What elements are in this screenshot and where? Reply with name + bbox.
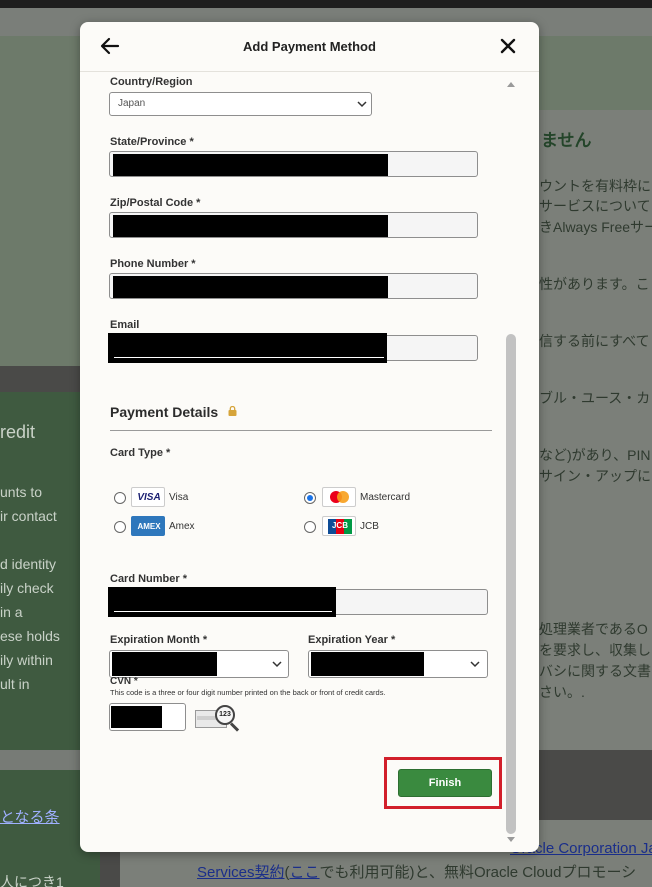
mastercard-label: Mastercard — [360, 492, 411, 503]
card-number-label: Card Number * — [110, 573, 188, 585]
bg-right-line: さい。. — [539, 684, 585, 700]
radio-jcb[interactable] — [304, 521, 316, 533]
redacted-value — [311, 652, 424, 676]
amex-logo-icon: AMEX — [131, 516, 165, 536]
bg-right-line: 処理業者であるO — [539, 621, 648, 637]
lock-icon — [228, 406, 237, 416]
redacted-underline — [114, 357, 384, 358]
bg-right-line: 信する前にすべて — [539, 333, 650, 349]
bg-here-link[interactable]: ここ — [290, 864, 320, 881]
redacted-value — [108, 333, 387, 363]
bg-left-line: ese holds — [0, 628, 60, 644]
bg-left-line: unts to — [0, 484, 43, 500]
bg-right-line: サイン・アップに — [539, 468, 651, 484]
radio-amex[interactable] — [114, 521, 126, 533]
modal-title: Add Payment Method — [243, 39, 376, 54]
bg-left-line: ult in — [0, 676, 30, 692]
bg-right-line: ブル・ユース・カ — [539, 390, 651, 406]
jcb-logo-icon: JCB — [322, 516, 356, 536]
bg-right-line: を要求し、収集し — [539, 642, 651, 658]
bg-right-line: など)があり、PIN — [539, 447, 651, 463]
redacted-value — [111, 706, 162, 728]
country-value: Japan — [118, 98, 146, 109]
country-select[interactable]: Japan — [109, 92, 372, 116]
radio-visa[interactable] — [114, 492, 126, 504]
exp-month-label: Expiration Month * — [110, 634, 208, 646]
bg-left-line: ily within — [0, 652, 53, 668]
bg-left-line: ir contact — [0, 508, 57, 524]
bg-right-line: サービスについて — [539, 198, 651, 214]
bg-right-line: ウントを有料枠に — [539, 178, 651, 194]
email-label: Email — [110, 319, 140, 331]
bg-bottom-line: Services契約(ここでも利用可能)と、無料Oracle Cloudプロモー… — [197, 861, 636, 882]
modal-header: Add Payment Method — [80, 22, 539, 72]
email-input[interactable] — [108, 333, 478, 363]
payment-details-title: Payment Details — [110, 404, 219, 420]
bg-left-line: d identity — [0, 556, 57, 572]
card-number-input[interactable] — [108, 587, 488, 617]
exp-year-select[interactable] — [308, 650, 488, 678]
add-payment-modal: Add Payment Method Country/Region Japan … — [80, 22, 539, 852]
exp-year-label: Expiration Year * — [308, 634, 396, 646]
state-label: State/Province * — [110, 136, 194, 148]
bg-left-line: in a — [0, 604, 23, 620]
background-right-top — [539, 36, 652, 110]
background-left-gap — [0, 750, 80, 770]
zip-input[interactable] — [109, 212, 478, 238]
bg-services-link[interactable]: Services契約 — [197, 864, 285, 881]
zip-label: Zip/Postal Code * — [110, 197, 201, 209]
exp-month-select[interactable] — [109, 650, 289, 678]
redacted-value — [113, 276, 388, 298]
bg-bottom-rest: でも利用可能)と、無料Oracle Cloudプロモーシ — [319, 864, 637, 881]
visa-label: Visa — [169, 492, 189, 503]
chevron-down-icon — [357, 101, 367, 108]
cvn-input[interactable] — [109, 703, 186, 731]
bg-left-bottom: 人につき1 — [0, 874, 64, 887]
modal-body: Country/Region Japan State/Province * Zi… — [80, 73, 539, 852]
visa-logo-text: VISA — [137, 492, 161, 503]
bg-right-line: きAlways Freeサー — [539, 219, 652, 235]
close-icon[interactable] — [496, 34, 520, 58]
amex-logo-text: AMEX — [137, 522, 161, 531]
redacted-underline — [114, 611, 332, 612]
country-label: Country/Region — [110, 76, 193, 88]
radio-mastercard[interactable] — [304, 492, 316, 504]
chevron-down-icon — [272, 661, 282, 668]
phone-input[interactable] — [109, 273, 478, 299]
scroll-up-arrow-icon[interactable] — [506, 80, 516, 88]
section-divider — [110, 430, 492, 431]
card-back-magnifier-icon: 123 — [193, 703, 243, 733]
chevron-down-icon — [470, 661, 480, 668]
bg-right-line: 性があります。こ — [539, 276, 650, 292]
bg-left-link[interactable]: となる条 — [0, 806, 60, 827]
redacted-value — [108, 587, 336, 617]
jcb-label: JCB — [360, 521, 379, 532]
phone-label: Phone Number * — [110, 258, 196, 270]
bg-left-line: ily check — [0, 580, 54, 596]
visa-logo-icon: VISA — [131, 487, 165, 507]
scroll-down-arrow-icon[interactable] — [506, 836, 516, 844]
redacted-value — [112, 652, 217, 676]
bg-right-line: バシに関する文書 — [539, 663, 651, 679]
state-input[interactable] — [109, 151, 478, 177]
scrollbar-thumb[interactable] — [506, 334, 516, 834]
bg-right-heading: ません — [541, 131, 592, 150]
redacted-value — [113, 215, 388, 237]
redacted-value — [113, 154, 388, 176]
jcb-logo-text: JCB — [331, 521, 348, 530]
cvn-label: CVN * — [110, 676, 138, 687]
amex-label: Amex — [169, 521, 195, 532]
bg-left-heading: redit — [0, 422, 36, 442]
card-type-label: Card Type * — [110, 447, 171, 459]
browser-top-bar — [0, 0, 652, 8]
mastercard-logo-icon — [322, 487, 356, 507]
finish-button[interactable]: Finish — [398, 769, 492, 797]
cvn-hint: This code is a three or four digit numbe… — [110, 688, 386, 697]
